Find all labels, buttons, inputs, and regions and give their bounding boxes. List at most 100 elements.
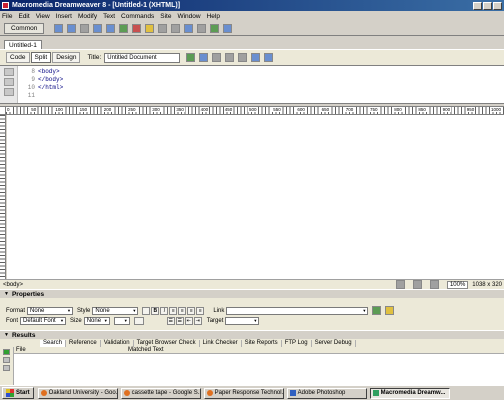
- layer-icon[interactable]: [106, 23, 116, 33]
- font-select[interactable]: Default Font: [20, 317, 67, 325]
- target-select[interactable]: [225, 317, 260, 325]
- tab-server-debug[interactable]: Server Debug: [312, 339, 356, 347]
- collapse-icon[interactable]: [4, 78, 14, 86]
- window-size[interactable]: 1038 x 320: [472, 282, 502, 288]
- align-center-icon[interactable]: ≡: [178, 306, 187, 315]
- code-pane[interactable]: 8 9 10 11 <body> </body> </html>: [0, 65, 504, 103]
- hand-tool-icon[interactable]: [412, 280, 422, 289]
- validate-markup-icon[interactable]: [251, 53, 261, 62]
- open-documents-icon[interactable]: [4, 68, 14, 76]
- design-view[interactable]: [7, 115, 504, 279]
- ruler-label: 750: [369, 107, 379, 112]
- image-icon[interactable]: [119, 23, 129, 33]
- ordered-list-icon[interactable]: ☰: [175, 317, 184, 325]
- select-tool-icon[interactable]: [395, 280, 405, 289]
- format-select[interactable]: None: [27, 306, 74, 315]
- menu-view[interactable]: View: [36, 13, 50, 20]
- menu-help[interactable]: Help: [207, 13, 220, 20]
- templates-icon[interactable]: [210, 23, 220, 33]
- italic-button[interactable]: I: [160, 306, 169, 315]
- zoom-tool-icon[interactable]: [429, 280, 439, 289]
- tag-selector[interactable]: <body>: [3, 282, 23, 288]
- outdent-icon[interactable]: ⇤: [184, 317, 193, 325]
- date-icon[interactable]: [145, 23, 155, 33]
- menu-window[interactable]: Window: [177, 13, 200, 20]
- tab-reference[interactable]: Reference: [66, 339, 101, 347]
- refresh-icon[interactable]: [212, 53, 222, 62]
- indent-icon[interactable]: ⇥: [193, 317, 202, 325]
- tab-search[interactable]: Search: [40, 339, 67, 347]
- bold-button[interactable]: B: [151, 306, 160, 315]
- check-browser-icon[interactable]: [264, 53, 274, 62]
- play-icon[interactable]: [3, 349, 10, 355]
- code-view-button[interactable]: Code: [6, 52, 30, 63]
- start-button[interactable]: Start: [2, 387, 34, 399]
- align-right-icon[interactable]: ≡: [187, 306, 196, 315]
- comment-icon[interactable]: [171, 23, 181, 33]
- named-anchor-icon[interactable]: [80, 23, 90, 33]
- head-icon[interactable]: [184, 23, 194, 33]
- windows-taskbar: Start Oakland University - Goo... casset…: [0, 385, 504, 400]
- server-side-include-icon[interactable]: [158, 23, 168, 33]
- point-to-file-icon[interactable]: [372, 306, 382, 315]
- browse-folder-icon[interactable]: [385, 306, 395, 315]
- media-icon[interactable]: [132, 23, 142, 33]
- more-info-icon[interactable]: [3, 365, 10, 371]
- insert-category-dropdown[interactable]: Common: [4, 22, 45, 34]
- stop-icon[interactable]: [3, 357, 10, 363]
- close-button[interactable]: [493, 1, 502, 10]
- email-link-icon[interactable]: [67, 23, 77, 33]
- tab-validation[interactable]: Validation: [101, 339, 134, 347]
- taskbar-item-oakland[interactable]: Oakland University - Goo...: [37, 387, 118, 399]
- tab-link-checker[interactable]: Link Checker: [200, 339, 242, 347]
- size-select[interactable]: None: [83, 317, 110, 325]
- split-view-button[interactable]: Split: [30, 52, 52, 63]
- maximize-button[interactable]: [483, 1, 492, 10]
- tab-target-browser-check[interactable]: Target Browser Check: [134, 339, 200, 347]
- taskbar-item-paper-response[interactable]: Paper Response Technol...: [203, 387, 284, 399]
- taskbar-item-dreamweaver[interactable]: Macromedia Dreamw...: [369, 387, 450, 399]
- tab-site-reports[interactable]: Site Reports: [242, 339, 282, 347]
- file-management-icon[interactable]: [186, 53, 196, 62]
- hyperlink-icon[interactable]: [54, 23, 64, 33]
- document-toolbar: Code Split Design Title: Untitled Docume…: [0, 49, 504, 65]
- style-select[interactable]: None: [92, 306, 139, 315]
- script-icon[interactable]: [197, 23, 207, 33]
- design-view-button[interactable]: Design: [52, 52, 81, 63]
- menu-commands[interactable]: Commands: [121, 13, 154, 20]
- unordered-list-icon[interactable]: ☰: [166, 317, 175, 325]
- column-matched-text[interactable]: Matched Text: [126, 347, 164, 353]
- results-panel-header[interactable]: ▼ Results: [0, 330, 504, 339]
- table-icon[interactable]: [93, 23, 103, 33]
- taskbar-item-cassette[interactable]: cassette tape - Google S...: [120, 387, 201, 399]
- expand-icon[interactable]: [4, 88, 14, 96]
- code-line[interactable]: </body>: [38, 76, 63, 84]
- visual-aids-icon[interactable]: [238, 53, 248, 62]
- code-line[interactable]: <body>: [38, 68, 63, 76]
- code-lines[interactable]: <body> </body> </html>: [38, 68, 63, 92]
- window-title-bar[interactable]: Macromedia Dreamweaver 8 - [Untitled-1 (…: [0, 0, 504, 11]
- align-left-icon[interactable]: ≡: [169, 306, 178, 315]
- column-file[interactable]: File: [14, 347, 126, 353]
- menu-text[interactable]: Text: [103, 13, 115, 20]
- properties-panel-header[interactable]: ▼ Properties: [0, 289, 504, 298]
- tag-chooser-icon[interactable]: [223, 23, 233, 33]
- css-button[interactable]: [142, 306, 151, 315]
- menu-site[interactable]: Site: [160, 13, 171, 20]
- zoom-select[interactable]: 100%: [446, 280, 469, 289]
- link-input[interactable]: [226, 306, 369, 315]
- document-title-input[interactable]: Untitled Document: [104, 52, 181, 63]
- align-justify-icon[interactable]: ≡: [196, 306, 205, 315]
- taskbar-item-photoshop[interactable]: Adobe Photoshop: [286, 387, 367, 399]
- menu-insert[interactable]: Insert: [56, 13, 72, 20]
- tab-ftp-log[interactable]: FTP Log: [282, 339, 312, 347]
- text-color-swatch[interactable]: [133, 317, 144, 325]
- menu-edit[interactable]: Edit: [18, 13, 29, 20]
- view-options-icon[interactable]: [225, 53, 235, 62]
- size-unit-select[interactable]: [113, 317, 130, 325]
- code-line[interactable]: </html>: [38, 84, 63, 92]
- preview-in-browser-icon[interactable]: [199, 53, 209, 62]
- menu-file[interactable]: File: [2, 13, 12, 20]
- minimize-button[interactable]: [473, 1, 482, 10]
- menu-modify[interactable]: Modify: [78, 13, 97, 20]
